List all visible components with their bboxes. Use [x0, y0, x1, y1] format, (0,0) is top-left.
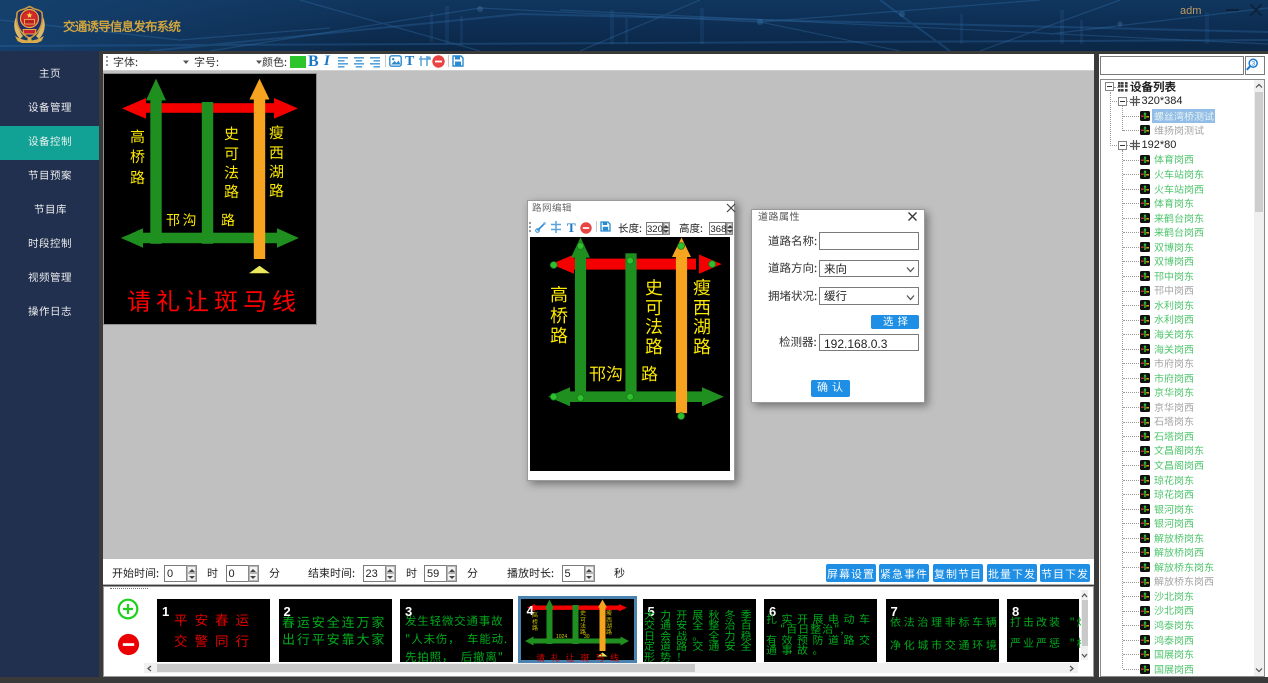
svg-text:3: 3 [1252, 61, 1256, 68]
